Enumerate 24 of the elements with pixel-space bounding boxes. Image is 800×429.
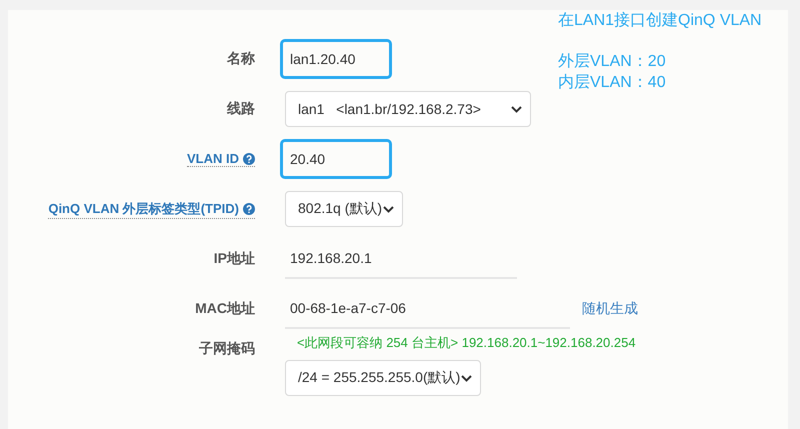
select-field[interactable]: 802.1q (默认) (285, 191, 403, 227)
field-label: 子网掩码 (199, 340, 255, 358)
annotation-text: 外层VLAN：20 (558, 52, 667, 72)
chevron-down-icon (383, 206, 394, 212)
input-field[interactable]: lan1.20.40 (280, 39, 392, 79)
help-link[interactable]: VLAN ID (187, 151, 255, 167)
link-text[interactable]: VLAN ID (187, 151, 239, 166)
generate-link[interactable]: 随机生成 (582, 300, 638, 318)
annotation-text: 内层VLAN：40 (558, 72, 667, 93)
input-field[interactable]: 192.168.20.1 (285, 239, 517, 279)
field-label: IP地址 (214, 250, 255, 268)
chevron-down-icon (461, 374, 472, 382)
hint-text: <此网段可容纳 254 台主机> 192.168.20.1~192.168.20.254 (296, 334, 636, 352)
field-label: MAC地址 (195, 300, 255, 318)
annotation-title: 在LAN1接口创建QinQ VLAN (558, 10, 762, 31)
help-icon (243, 152, 255, 164)
field-label: 名称 (227, 50, 255, 68)
select-field[interactable]: lan1 <lan1.br/192.168.2.73> (285, 91, 531, 127)
input-field[interactable]: 00-68-1e-a7-c7-06 (285, 289, 570, 329)
input-field[interactable]: 20.40 (280, 139, 392, 179)
help-icon (243, 202, 255, 214)
field-label: 线路 (227, 100, 255, 118)
select-field[interactable]: /24 = 255.255.255.0(默认) (285, 360, 481, 396)
chevron-down-icon (511, 106, 522, 112)
